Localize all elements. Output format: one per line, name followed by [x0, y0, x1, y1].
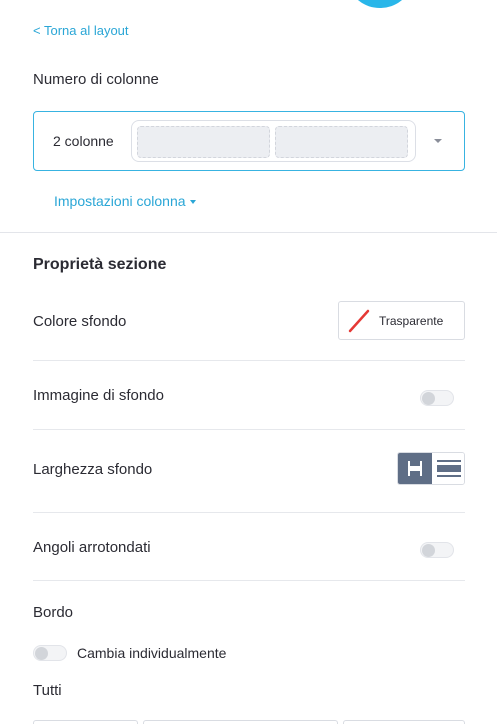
column-preview-cell	[137, 126, 270, 158]
contained-width-icon	[408, 461, 422, 476]
toggle-knob	[422, 544, 435, 557]
border-inputs-row	[33, 720, 465, 724]
row-divider	[33, 360, 465, 361]
border-style-select[interactable]	[143, 720, 338, 724]
background-width-label: Larghezza sfondo	[33, 461, 153, 478]
border-width-input[interactable]	[33, 720, 138, 724]
border-label: Bordo	[33, 604, 74, 621]
transparent-slash-icon	[346, 308, 372, 334]
background-width-selector	[397, 452, 465, 485]
section-properties-heading: Proprietà sezione	[33, 256, 167, 273]
background-color-label: Colore sfondo	[33, 313, 127, 330]
columns-count-label: Numero di colonne	[33, 71, 159, 88]
columns-select[interactable]: 2 colonne	[33, 111, 465, 171]
background-image-label: Immagine di sfondo	[33, 387, 164, 404]
border-color-picker[interactable]	[343, 720, 465, 724]
row-divider	[33, 580, 465, 581]
change-individually-toggle[interactable]	[33, 645, 67, 661]
background-color-value: Trasparente	[379, 314, 444, 328]
column-settings-link[interactable]: Impostazioni colonna	[54, 193, 196, 209]
back-to-layout-link[interactable]: < Torna al layout	[33, 23, 129, 38]
contained-width-option[interactable]	[398, 453, 432, 484]
columns-select-value: 2 colonne	[53, 133, 114, 149]
columns-preview	[131, 120, 416, 162]
background-image-toggle[interactable]	[420, 390, 454, 406]
full-width-icon	[437, 460, 461, 477]
caret-down-icon	[434, 139, 442, 143]
row-divider	[33, 512, 465, 513]
toggle-knob	[422, 392, 435, 405]
row-divider	[33, 429, 465, 430]
caret-down-icon	[189, 200, 196, 205]
column-settings-label: Impostazioni colonna	[54, 193, 186, 209]
floating-action-button[interactable]	[350, 0, 410, 8]
rounded-corners-toggle[interactable]	[420, 542, 454, 558]
column-preview-cell	[275, 126, 408, 158]
background-color-picker[interactable]: Trasparente	[338, 301, 465, 340]
change-individually-label: Cambia individualmente	[77, 645, 227, 661]
rounded-corners-label: Angoli arrotondati	[33, 539, 151, 556]
toggle-knob	[35, 647, 48, 660]
border-all-label: Tutti	[33, 682, 62, 699]
full-width-option[interactable]	[432, 453, 464, 484]
section-divider	[0, 232, 497, 233]
